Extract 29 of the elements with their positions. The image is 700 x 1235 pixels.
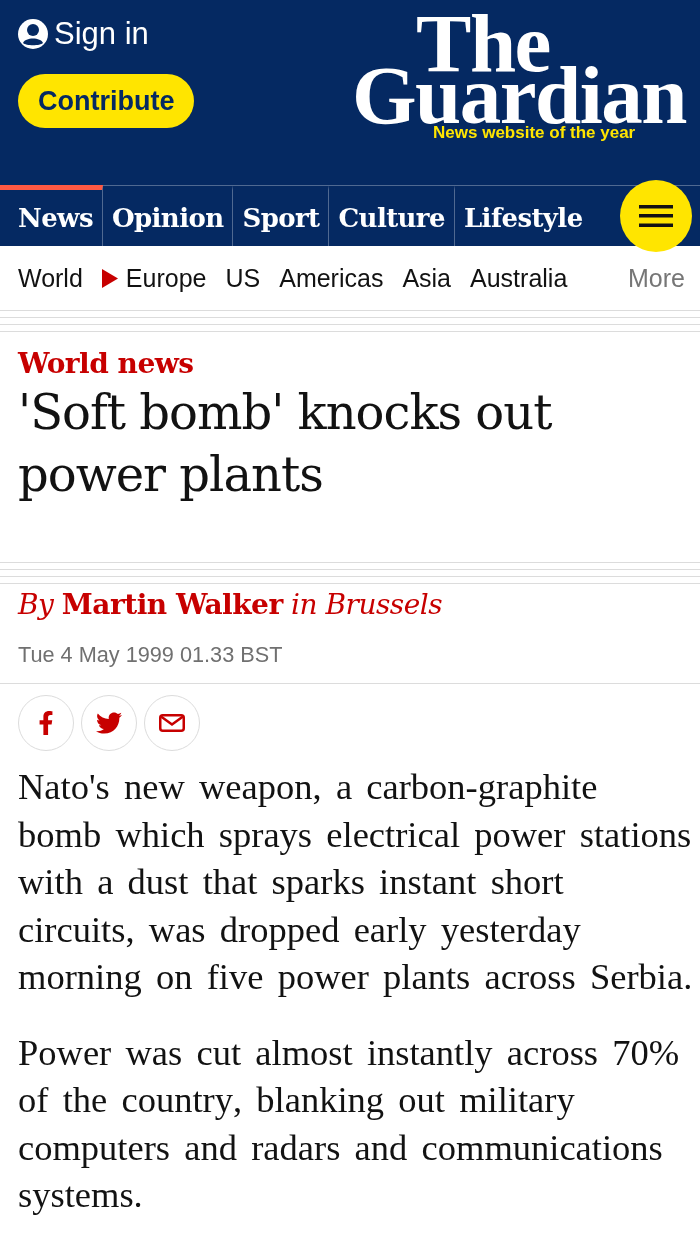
subnav-link[interactable]: Asia <box>402 263 452 293</box>
sign-in-link[interactable]: Sign in <box>18 14 149 54</box>
nav-tab[interactable]: Sport <box>233 185 330 246</box>
subnav-link[interactable]: World <box>18 263 83 293</box>
caret-right-icon <box>101 268 118 288</box>
envelope-icon <box>159 714 185 732</box>
subnav-link[interactable]: Europe <box>125 263 207 293</box>
share-button[interactable] <box>18 695 74 751</box>
body-paragraph: Power was cut almost instantly across 70% of the country, blanking out military computers and radars and communications systems. <box>18 1030 681 1217</box>
share-button[interactable] <box>81 695 137 751</box>
more-link[interactable]: More <box>628 263 685 293</box>
bird-icon <box>96 710 122 736</box>
section-label[interactable]: World news <box>18 347 194 381</box>
subnav-link[interactable]: Americas <box>279 263 384 293</box>
menu-icon <box>639 205 673 227</box>
nav-tab[interactable]: Opinion <box>102 185 234 246</box>
contribute-button[interactable]: Contribute <box>18 74 195 128</box>
headline: 'Soft bomb' knocks out power plants <box>18 383 553 504</box>
subnav-link[interactable]: US <box>225 263 261 293</box>
byline: By Martin Walker in Brussels <box>18 587 444 623</box>
subnav-link[interactable]: Australia <box>470 263 568 293</box>
body-paragraph: Nato's new weapon, a carbon-graphite bomb which sprays electrical power stations with a dust that sparks instant short circuits, was dropped early yesterday morning on five power plants across Serbia. <box>18 765 693 999</box>
nav-tab[interactable]: Culture <box>329 185 455 246</box>
user-icon <box>18 19 48 49</box>
dateline: Tue 4 May 1999 01.33 BST <box>18 641 284 669</box>
nav-tab[interactable]: News <box>0 185 103 246</box>
share-button[interactable] <box>144 695 200 751</box>
nav-tab[interactable]: Lifestyle <box>454 185 592 246</box>
logo-tagline: News website of the year <box>433 123 636 144</box>
